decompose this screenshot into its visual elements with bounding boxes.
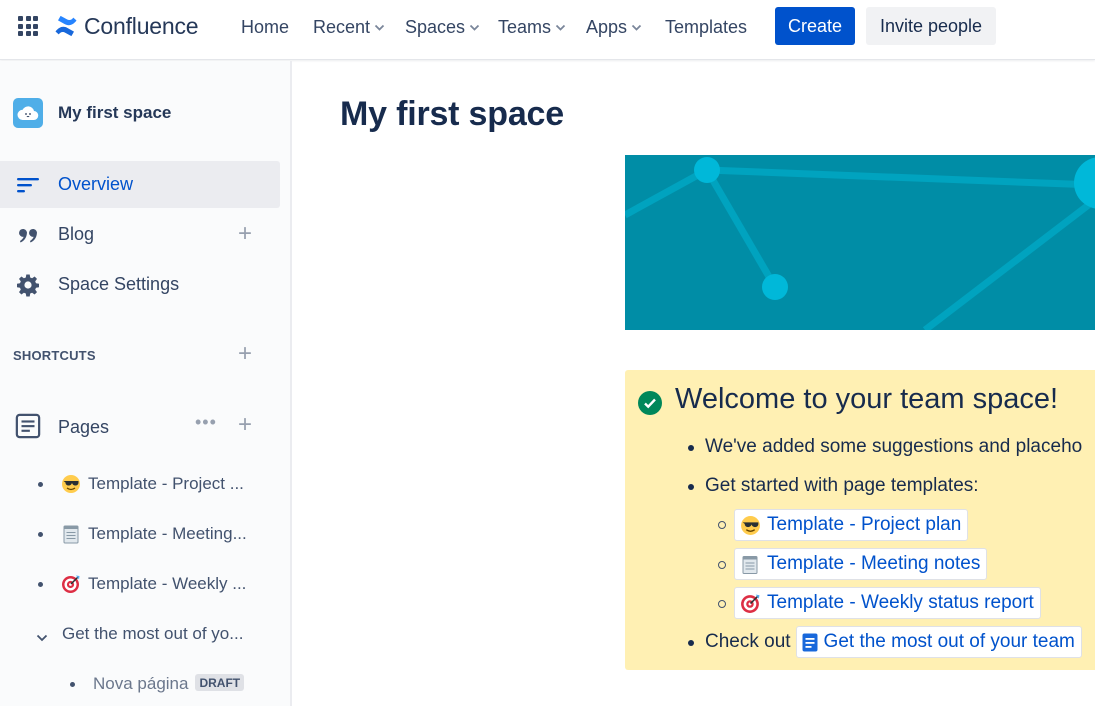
dart-emoji-icon bbox=[739, 592, 761, 614]
nav-templates-label: Templates bbox=[665, 16, 748, 37]
list-item: Get started with page templates: bbox=[705, 475, 979, 496]
tree-item-label: Get the most out of yo... bbox=[62, 624, 244, 643]
template-link-label: Template - Project plan bbox=[767, 514, 962, 535]
list-bullet-hollow bbox=[718, 561, 726, 569]
gear-icon bbox=[15, 273, 41, 297]
template-link-label: Template - Meeting notes bbox=[767, 553, 981, 574]
app-switcher-icon[interactable] bbox=[18, 16, 38, 36]
tree-bullet bbox=[38, 581, 43, 587]
add-page-icon[interactable]: + bbox=[238, 413, 252, 437]
template-link-project-plan[interactable]: Template - Project plan bbox=[734, 509, 969, 541]
tree-item-label: Nova página DRAFT bbox=[93, 674, 245, 694]
sidebar-item-label: Blog bbox=[58, 224, 95, 244]
nav-apps-label: Apps bbox=[586, 16, 628, 37]
template-link-weekly-status-report[interactable]: Template - Weekly status report bbox=[734, 587, 1041, 619]
tree-item-label: Template - Weekly ... bbox=[88, 574, 247, 593]
nav-teams-label: Teams bbox=[498, 16, 552, 37]
chevron-down-icon bbox=[631, 24, 642, 31]
page-link-label: Get the most out of your team bbox=[823, 631, 1075, 652]
list-bullet bbox=[688, 640, 694, 646]
chevron-down-icon bbox=[374, 24, 385, 31]
tree-bullet bbox=[70, 681, 75, 687]
list-bullet bbox=[688, 484, 694, 490]
space-sidebar: My first space Overview Blog + Space Set… bbox=[0, 61, 292, 706]
page-link-get-most-out[interactable]: Get the most out of your team bbox=[795, 626, 1082, 658]
add-shortcut-icon[interactable]: + bbox=[238, 342, 252, 366]
quote-icon bbox=[15, 223, 41, 247]
pages-icon bbox=[15, 413, 41, 439]
page-tree-item-nova-pagina[interactable]: Nova página DRAFT bbox=[0, 667, 280, 701]
page-title: My first space bbox=[340, 95, 564, 133]
check-circle-icon bbox=[638, 391, 662, 415]
page-icon bbox=[801, 631, 819, 653]
network-graphic bbox=[625, 157, 1095, 330]
nav-spaces-label: Spaces bbox=[405, 16, 466, 37]
nav-home-label: Home bbox=[241, 16, 290, 37]
nav-recent-label: Recent bbox=[313, 16, 371, 37]
sidebar-item-label: Overview bbox=[58, 174, 134, 194]
space-name: My first space bbox=[58, 103, 172, 122]
nav-apps[interactable]: Apps bbox=[586, 16, 642, 38]
sidebar-item-overview[interactable]: Overview bbox=[0, 161, 280, 208]
more-actions-icon[interactable]: ••• bbox=[195, 413, 217, 431]
list-item: Template - Project plan bbox=[734, 509, 969, 541]
header-banner-image bbox=[625, 155, 1095, 330]
page-tree-item-project-plan[interactable]: Template - Project ... bbox=[0, 467, 280, 501]
shortcuts-heading: SHORTCUTS bbox=[13, 348, 96, 363]
welcome-heading: Welcome to your team space! bbox=[675, 383, 1059, 415]
template-link-label: Template - Weekly status report bbox=[767, 592, 1034, 613]
page-tree-item-meeting-notes[interactable]: Template - Meeting... bbox=[0, 517, 280, 551]
list-bullet-hollow bbox=[718, 600, 726, 608]
confluence-logo[interactable]: Confluence bbox=[54, 12, 199, 40]
tree-item-label: Template - Meeting... bbox=[88, 524, 247, 543]
chevron-down-icon bbox=[555, 24, 566, 31]
notepad-emoji-icon bbox=[61, 524, 81, 544]
tree-item-label: Template - Project ... bbox=[88, 474, 244, 493]
tree-bullet bbox=[38, 481, 43, 487]
space-header[interactable]: My first space bbox=[13, 98, 171, 128]
sidebar-item-label: Pages bbox=[58, 417, 110, 437]
nav-home[interactable]: Home bbox=[241, 16, 289, 38]
page-tree-item-get-most-out[interactable]: Get the most out of yo... bbox=[0, 617, 280, 651]
cloud-icon bbox=[17, 106, 39, 121]
space-avatar bbox=[13, 98, 43, 128]
add-blog-post-icon[interactable]: + bbox=[238, 222, 252, 246]
nav-recent[interactable]: Recent bbox=[313, 16, 385, 38]
draft-badge: DRAFT bbox=[195, 674, 245, 691]
sidebar-item-blog[interactable]: Blog + bbox=[0, 211, 280, 258]
nav-templates[interactable]: Templates bbox=[665, 16, 747, 38]
sidebar-item-space-settings[interactable]: Space Settings bbox=[0, 261, 280, 308]
template-link-meeting-notes[interactable]: Template - Meeting notes bbox=[734, 548, 988, 580]
top-navigation: Confluence Home Recent Spaces Teams Apps… bbox=[0, 0, 1095, 60]
list-item: Template - Weekly status report bbox=[734, 587, 1041, 619]
invite-people-button[interactable]: Invite people bbox=[866, 7, 996, 45]
page-tree-item-weekly-status[interactable]: Template - Weekly ... bbox=[0, 567, 280, 601]
sidebar-item-label: Space Settings bbox=[58, 274, 180, 294]
overview-icon bbox=[15, 173, 41, 197]
brand-name: Confluence bbox=[84, 12, 199, 39]
list-item: Template - Meeting notes bbox=[734, 548, 988, 580]
list-bullet bbox=[688, 445, 694, 451]
welcome-panel: Welcome to your team space! We've added … bbox=[625, 370, 1095, 670]
dart-emoji-icon bbox=[61, 574, 81, 594]
tree-bullet bbox=[38, 531, 43, 537]
sunglasses-emoji-icon bbox=[739, 514, 761, 536]
nav-spaces[interactable]: Spaces bbox=[405, 16, 480, 38]
list-item: We've added some suggestions and placeho bbox=[705, 436, 1083, 457]
sunglasses-emoji-icon bbox=[61, 474, 81, 494]
draft-page-title: Nova página bbox=[93, 674, 189, 693]
chevron-down-icon[interactable] bbox=[36, 629, 48, 647]
notepad-emoji-icon bbox=[739, 553, 761, 575]
list-bullet-hollow bbox=[718, 521, 726, 529]
check-out-text: Check out bbox=[705, 631, 791, 652]
create-button[interactable]: Create bbox=[775, 7, 855, 45]
confluence-logo-icon bbox=[55, 15, 77, 37]
nav-teams[interactable]: Teams bbox=[498, 16, 566, 38]
chevron-down-icon bbox=[469, 24, 480, 31]
list-item: Check out Get the most out of your team bbox=[705, 626, 1082, 658]
